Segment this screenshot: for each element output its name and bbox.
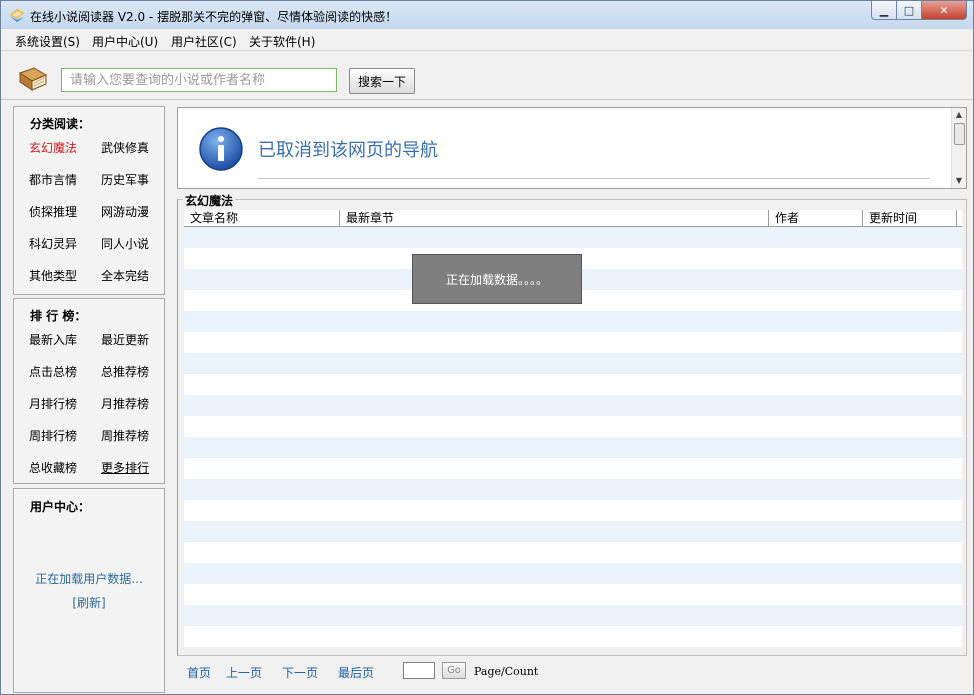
table-row[interactable] (184, 479, 962, 500)
rank-newest[interactable]: 最新入库 (29, 331, 77, 348)
page-number-input[interactable] (403, 662, 435, 679)
rank-weekly[interactable]: 周排行榜 (29, 427, 77, 444)
list-title: 玄幻魔法 (183, 192, 236, 209)
category-history[interactable]: 历史军事 (101, 171, 149, 188)
table-row[interactable] (184, 311, 962, 332)
user-title: 用户中心： (30, 500, 91, 514)
scroll-down-icon[interactable]: ▼ (952, 174, 966, 188)
table-row[interactable] (184, 332, 962, 353)
info-icon (199, 127, 243, 171)
first-page-link[interactable]: 首页 (187, 664, 211, 681)
category-panel: 分类阅读： 玄幻魔法 武侠修真 都市言情 历史军事 侦探推理 网游动漫 科幻灵异… (13, 106, 165, 295)
page-count-label: Page/Count (474, 665, 539, 678)
column-header-title[interactable]: 文章名称 (184, 210, 340, 226)
table-row[interactable] (184, 563, 962, 584)
title-bar[interactable]: 在线小说阅读器 V2.0 - 摆脱那关不完的弹窗、尽情体验阅读的快感！ ▁ □ … (1, 1, 973, 29)
table-row[interactable] (184, 416, 962, 437)
user-refresh-link[interactable]: [刷新] (14, 594, 164, 611)
category-completed[interactable]: 全本完结 (101, 267, 149, 284)
menu-user-center[interactable]: 用户中心(U) (92, 33, 158, 50)
category-title: 分类阅读： (30, 117, 91, 131)
menu-system-settings[interactable]: 系统设置(S) (15, 33, 80, 50)
user-panel: 用户中心： 正在加载用户数据... [刷新] (13, 488, 165, 693)
minimize-button[interactable]: ▁ (871, 1, 897, 20)
rank-favorites[interactable]: 总收藏榜 (29, 459, 77, 476)
category-xuanhuan[interactable]: 玄幻魔法 (29, 139, 77, 156)
navigation-cancelled-message: 已取消到该网页的导航 (258, 140, 438, 161)
ranking-title: 排 行 榜： (30, 309, 87, 323)
book-icon (18, 67, 48, 91)
search-input[interactable] (61, 68, 337, 92)
loading-overlay: 正在加载数据。。。。 (412, 254, 582, 304)
search-button[interactable]: 搜索一下 (349, 68, 415, 94)
category-fanfic[interactable]: 同人小说 (101, 235, 149, 252)
rank-click-total[interactable]: 点击总榜 (29, 363, 77, 380)
last-page-link[interactable]: 最后页 (338, 664, 374, 681)
close-button[interactable]: ✕ (922, 1, 967, 20)
table-row[interactable] (184, 626, 962, 647)
table-row[interactable] (184, 437, 962, 458)
table-row[interactable] (184, 605, 962, 626)
menu-bar: 系统设置(S) 用户中心(U) 用户社区(C) 关于软件(H) (1, 30, 973, 51)
category-wuxia[interactable]: 武侠修真 (101, 139, 149, 156)
scroll-up-icon[interactable]: ▲ (952, 108, 966, 122)
rank-monthly-recommend[interactable]: 月推荐榜 (101, 395, 149, 412)
maximize-icon: □ (903, 3, 915, 17)
scroll-thumb[interactable] (954, 123, 965, 145)
app-logo-icon (10, 9, 24, 22)
window-title: 在线小说阅读器 V2.0 - 摆脱那关不完的弹窗、尽情体验阅读的快感！ (30, 10, 398, 24)
category-scifi[interactable]: 科幻灵异 (29, 235, 77, 252)
menu-user-community[interactable]: 用户社区(C) (171, 33, 237, 50)
app-window: 在线小说阅读器 V2.0 - 摆脱那关不完的弹窗、尽情体验阅读的快感！ ▁ □ … (0, 0, 974, 695)
embedded-browser: 已取消到该网页的导航 ▲ ▼ (177, 107, 967, 189)
table-row[interactable] (184, 395, 962, 416)
table-row[interactable] (184, 584, 962, 605)
rank-weekly-recommend[interactable]: 周推荐榜 (101, 427, 149, 444)
list-header: 文章名称 最新章节 作者 更新时间 (184, 210, 962, 227)
table-row[interactable] (184, 521, 962, 542)
column-header-latest-chapter[interactable]: 最新章节 (340, 210, 769, 226)
prev-page-link[interactable]: 上一页 (226, 664, 262, 681)
table-row[interactable] (184, 353, 962, 374)
table-row[interactable] (184, 227, 962, 248)
rank-recommend-total[interactable]: 总推荐榜 (101, 363, 149, 380)
category-game[interactable]: 网游动漫 (101, 203, 149, 220)
table-row[interactable] (184, 374, 962, 395)
column-header-author[interactable]: 作者 (769, 210, 863, 226)
minimize-icon: ▁ (879, 3, 889, 17)
table-row[interactable] (184, 500, 962, 521)
user-loading-text: 正在加载用户数据... (35, 572, 143, 586)
menu-about[interactable]: 关于软件(H) (249, 33, 315, 50)
category-urban[interactable]: 都市言情 (29, 171, 77, 188)
rank-recent-update[interactable]: 最近更新 (101, 331, 149, 348)
go-button[interactable]: Go (442, 662, 466, 679)
next-page-link[interactable]: 下一页 (282, 664, 318, 681)
ranking-panel: 排 行 榜： 最新入库 最近更新 点击总榜 总推荐榜 月排行榜 月推荐榜 周排行… (13, 298, 165, 484)
close-icon: ✕ (939, 3, 949, 17)
column-header-update-time[interactable]: 更新时间 (863, 210, 957, 226)
divider (258, 178, 930, 179)
window-controls: ▁ □ ✕ (871, 1, 967, 21)
table-row[interactable] (184, 542, 962, 563)
table-row[interactable] (184, 458, 962, 479)
rank-more[interactable]: 更多排行 (101, 459, 149, 476)
rank-monthly[interactable]: 月排行榜 (29, 395, 77, 412)
maximize-button[interactable]: □ (897, 1, 922, 20)
browser-scrollbar[interactable]: ▲ ▼ (951, 108, 966, 188)
category-detective[interactable]: 侦探推理 (29, 203, 77, 220)
category-other[interactable]: 其他类型 (29, 267, 77, 284)
